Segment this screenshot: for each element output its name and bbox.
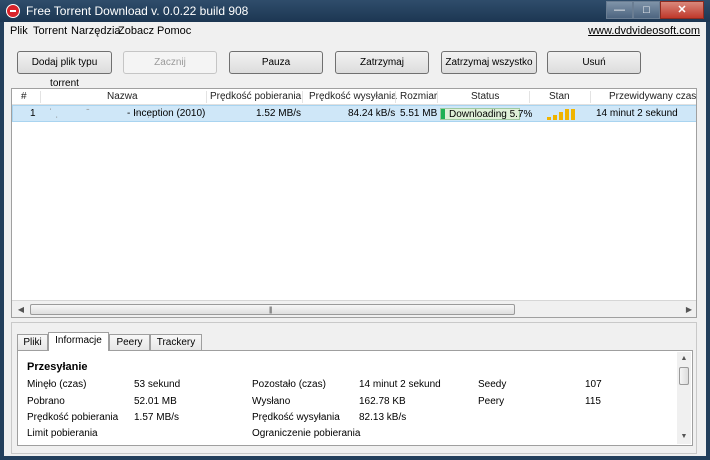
torrent-list: # Nazwa Prędkość pobierania Prędkość wys… [11, 88, 697, 318]
row-index: 1 [30, 108, 36, 119]
upload-speed-label: Prędkość wysyłania [252, 412, 340, 423]
menu-pomoc[interactable]: Pomoc [157, 25, 191, 37]
scrollbar-thumb[interactable]: ||| [30, 304, 515, 315]
window-title: Free Torrent Download v. 0.0.22 build 90… [26, 4, 249, 18]
column-separator [302, 91, 303, 103]
peers-label: Peery [478, 396, 505, 407]
column-eta[interactable]: Przewidywany czas [609, 91, 696, 102]
column-size[interactable]: Rozmiar [400, 91, 437, 102]
peers-value: 115 [585, 396, 601, 407]
scroll-up-icon[interactable]: ▲ [677, 353, 691, 365]
vertical-scrollbar[interactable]: ▲ ▼ [677, 352, 691, 444]
downloaded-label: Pobrano [27, 396, 65, 407]
tab-trackers[interactable]: Trackery [150, 334, 202, 350]
vertical-scrollbar-thumb[interactable] [679, 367, 689, 385]
menu-narzedzia[interactable]: Narzędzia [71, 25, 121, 37]
start-button[interactable]: Zacznij [123, 51, 217, 74]
download-speed-label: Prędkość pobierania [27, 412, 119, 423]
scroll-left-icon[interactable]: ◀ [14, 303, 28, 316]
signal-bars-icon [547, 109, 577, 120]
column-state[interactable]: Stan [549, 91, 570, 102]
upload-speed-value: 82.13 kB/s [359, 412, 407, 423]
column-separator [206, 91, 207, 103]
menu-bar: Plik Torrent Narzędzia Zobacz Pomoc www.… [4, 22, 706, 41]
title-bar: Free Torrent Download v. 0.0.22 build 90… [0, 0, 710, 22]
menu-plik[interactable]: Plik [10, 25, 28, 37]
tab-info[interactable]: Informacje [48, 332, 109, 351]
scroll-down-icon[interactable]: ▼ [677, 431, 691, 443]
column-download-speed[interactable]: Prędkość pobierania [210, 91, 301, 102]
column-upload-speed[interactable]: Prędkość wysyłania [309, 91, 397, 102]
horizontal-scrollbar[interactable]: ◀ ||| ▶ [12, 300, 696, 317]
column-status[interactable]: Status [471, 91, 499, 102]
elapsed-value: 53 sekund [134, 379, 181, 390]
column-separator [395, 91, 396, 103]
row-size: 5.51 MB [400, 108, 438, 119]
remaining-value: 14 minut 2 sekund [359, 379, 441, 390]
column-separator [40, 91, 41, 103]
remaining-label: Pozostało (czas) [252, 379, 326, 390]
column-separator [437, 91, 438, 103]
section-title: Przesyłanie [27, 361, 88, 373]
seeds-label: Seedy [478, 379, 507, 390]
list-header: # Nazwa Prędkość pobierania Prędkość wys… [12, 89, 696, 105]
remove-button[interactable]: Usuń [547, 51, 641, 74]
pause-button[interactable]: Pauza [229, 51, 323, 74]
upload-limit-label: Ograniczenie pobierania [252, 428, 361, 439]
grip-icon: ||| [269, 307, 273, 314]
stop-all-button[interactable]: Zatrzymaj wszystko [441, 51, 537, 74]
row-name: - Inception (2010) [127, 108, 206, 119]
column-separator [590, 91, 591, 103]
downloaded-value: 52.01 MB [134, 396, 177, 407]
window-controls: — □ ✕ [606, 1, 704, 19]
uploaded-label: Wysłano [252, 396, 291, 407]
tab-files[interactable]: Pliki [17, 334, 48, 350]
row-progress-bar: Downloading 5.7% [440, 108, 532, 120]
scroll-right-icon[interactable]: ▶ [682, 303, 696, 316]
seeds-value: 107 [585, 379, 602, 390]
column-name[interactable]: Nazwa [107, 91, 138, 102]
app-icon [6, 4, 20, 18]
menu-torrent[interactable]: Torrent [33, 25, 67, 37]
column-index[interactable]: # [21, 91, 27, 102]
add-torrent-button[interactable]: Dodaj plik typu torrent [17, 51, 112, 89]
download-speed-value: 1.57 MB/s [134, 412, 180, 423]
progress-fill [441, 109, 445, 119]
row-eta: 14 minut 2 sekund [596, 108, 678, 119]
row-download-speed: 1.52 MB/s [256, 108, 302, 119]
table-row[interactable]: 1 ˈ ˌ ˉ ⋯ ˌ - Inception (2010) 1.52 MB/s… [12, 105, 696, 122]
elapsed-label: Minęło (czas) [27, 379, 87, 390]
info-content: Przesyłanie Minęło (czas) 53 sekund Pozo… [17, 350, 693, 446]
column-separator [529, 91, 530, 103]
download-limit-label: Limit pobierania [27, 428, 98, 439]
row-status: Downloading 5.7% [449, 109, 533, 120]
tab-peers[interactable]: Peery [109, 334, 150, 350]
uploaded-value: 162.78 KB [359, 396, 406, 407]
minimize-button[interactable]: — [606, 1, 633, 19]
close-button[interactable]: ✕ [660, 1, 704, 19]
website-link[interactable]: www.dvdvideosoft.com [588, 25, 700, 37]
stop-button[interactable]: Zatrzymaj [335, 51, 429, 74]
row-upload-speed: 84.24 kB/s [348, 108, 396, 119]
menu-zobacz[interactable]: Zobacz [118, 25, 154, 37]
maximize-button[interactable]: □ [633, 1, 660, 19]
